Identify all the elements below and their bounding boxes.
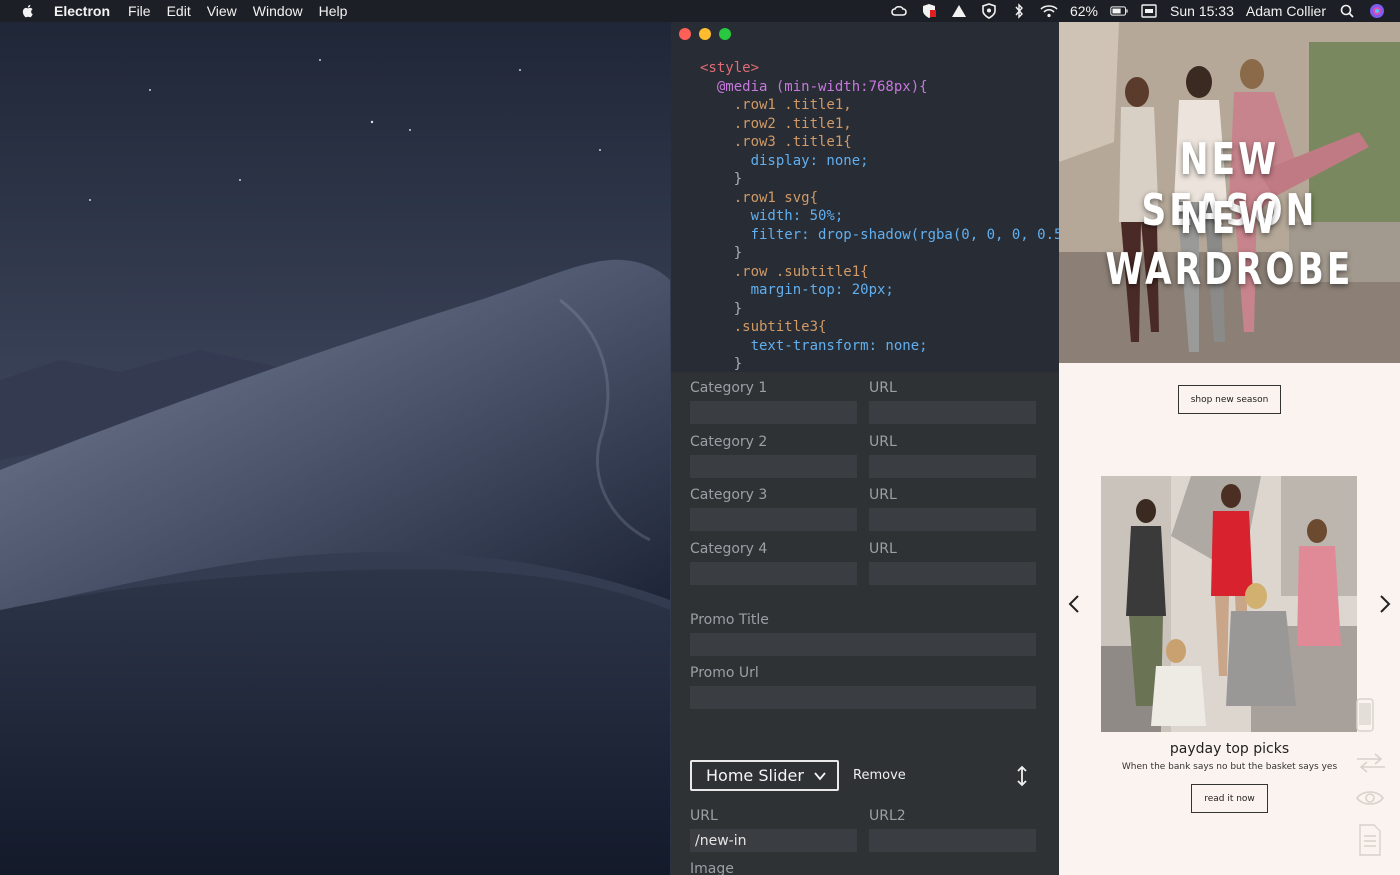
slider-url-input[interactable] — [690, 829, 857, 852]
zoom-window-button[interactable] — [719, 28, 731, 40]
category-2-label: Category 2 — [690, 434, 768, 450]
code-line: } — [700, 356, 743, 372]
category-3-url-label: URL — [869, 487, 897, 503]
siri-icon[interactable] — [1368, 3, 1386, 19]
code-line: .row1 svg{ — [700, 189, 819, 206]
wifi-icon[interactable] — [1040, 3, 1058, 19]
window-controls — [679, 28, 731, 40]
promo-url-input[interactable] — [690, 686, 1036, 709]
code-line: <style> — [700, 60, 760, 76]
hero-headline-line-2: NEW WARDROBE — [1105, 193, 1354, 295]
window-menu[interactable]: Window — [253, 3, 303, 19]
category-4-url-label: URL — [869, 541, 897, 557]
category-4-url-input[interactable] — [869, 562, 1036, 585]
collage-photo — [1101, 476, 1357, 732]
category-2-input[interactable] — [690, 455, 857, 478]
shield-badge-icon[interactable] — [920, 3, 938, 19]
category-4-input[interactable] — [690, 562, 857, 585]
code-line: text-transform: none; — [700, 337, 928, 354]
section-type-select[interactable]: Home Slider — [690, 760, 839, 791]
keyboard-input-icon[interactable] — [1140, 3, 1158, 19]
code-line: .row3 .title1{ — [700, 134, 852, 150]
promo-collage-image[interactable] — [1101, 476, 1357, 732]
close-window-button[interactable] — [679, 28, 691, 40]
slider-url-label: URL — [690, 808, 718, 824]
battery-icon[interactable] — [1110, 3, 1128, 19]
category-1-url-input[interactable] — [869, 401, 1036, 424]
chevron-down-icon — [814, 772, 826, 781]
promo-title-input[interactable] — [690, 633, 1036, 656]
promo-title: payday top picks — [1169, 741, 1290, 757]
code-content[interactable]: <style> @media (min-width:768px){ .row1 … — [700, 59, 1059, 372]
code-line: filter: drop-shadow(rgba(0, 0, 0, 0.5) — [700, 226, 1059, 243]
bluetooth-icon[interactable] — [1010, 3, 1028, 19]
code-line: margin-top: 20px; — [700, 282, 894, 298]
category-1-url-label: URL — [869, 380, 897, 396]
carousel-prev-icon[interactable] — [1067, 594, 1081, 614]
editor-pane: <style> @media (min-width:768px){ .row1 … — [671, 22, 1059, 875]
read-it-now-button[interactable]: read it now — [1191, 784, 1268, 813]
file-menu[interactable]: File — [128, 3, 151, 19]
creative-cloud-icon[interactable] — [890, 3, 908, 19]
code-line: .row2 .title1, — [700, 115, 852, 132]
shop-new-season-button[interactable]: shop new season — [1178, 385, 1281, 414]
code-line: .subtitle3{ — [700, 319, 827, 335]
swap-layout-icon[interactable] — [1355, 752, 1387, 774]
apple-icon[interactable] — [20, 3, 36, 19]
code-line: width: 50%; — [700, 208, 844, 224]
category-4-label: Category 4 — [690, 541, 768, 557]
slider-url2-label: URL2 — [869, 808, 906, 824]
css-code-editor[interactable]: <style> @media (min-width:768px){ .row1 … — [671, 22, 1059, 372]
promo-subtitle: When the bank says no but the basket say… — [1121, 762, 1338, 772]
minimize-window-button[interactable] — [699, 28, 711, 40]
code-line: } — [700, 171, 743, 187]
code-line: } — [700, 245, 743, 261]
code-line: @media (min-width:768px){ — [700, 78, 928, 95]
content-form: Category 1 URL Category 2 URL Category 3… — [671, 372, 1059, 875]
code-line: display: none; — [700, 152, 869, 169]
help-menu[interactable]: Help — [319, 3, 348, 19]
category-3-input[interactable] — [690, 508, 857, 531]
document-icon[interactable] — [1358, 824, 1382, 856]
battery-percentage: 62% — [1069, 3, 1099, 19]
menubar-clock[interactable]: Sun 15:33 — [1170, 3, 1234, 19]
app-window: <style> @media (min-width:768px){ .row1 … — [671, 22, 1400, 875]
code-line: .row .subtitle1{ — [700, 263, 869, 280]
reorder-arrows-icon[interactable] — [1015, 765, 1029, 787]
menu-bar: Electron File Edit View Window Help 62% … — [0, 0, 1400, 22]
category-2-url-label: URL — [869, 434, 897, 450]
remove-section-button[interactable]: Remove — [853, 768, 906, 783]
carousel-next-icon[interactable] — [1378, 594, 1392, 614]
code-line: } — [700, 300, 743, 317]
category-2-url-input[interactable] — [869, 455, 1036, 478]
email-preview-pane: NEW SEASON NEW WARDROBE shop new season — [1059, 22, 1400, 875]
category-1-input[interactable] — [690, 401, 857, 424]
image-label: Image — [690, 861, 734, 875]
section-type-value: Home Slider — [706, 766, 804, 785]
category-1-label: Category 1 — [690, 380, 768, 396]
category-3-url-input[interactable] — [869, 508, 1036, 531]
promo-url-label: Promo Url — [690, 665, 759, 681]
slider-url2-input[interactable] — [869, 829, 1036, 852]
edit-menu[interactable]: Edit — [167, 3, 191, 19]
promo-title-label: Promo Title — [690, 612, 769, 628]
code-line: .row1 .title1, — [700, 97, 852, 113]
app-name-menu[interactable]: Electron — [54, 3, 110, 19]
view-menu[interactable]: View — [207, 3, 237, 19]
drive-icon[interactable] — [950, 3, 968, 19]
eye-preview-icon[interactable] — [1355, 788, 1385, 808]
menubar-user[interactable]: Adam Collier — [1246, 3, 1326, 19]
hero-banner[interactable]: NEW SEASON NEW WARDROBE — [1059, 22, 1400, 363]
vpn-shield-icon[interactable] — [980, 3, 998, 19]
category-3-label: Category 3 — [690, 487, 768, 503]
spotlight-search-icon[interactable] — [1338, 3, 1356, 19]
mobile-preview-icon[interactable] — [1355, 698, 1375, 732]
